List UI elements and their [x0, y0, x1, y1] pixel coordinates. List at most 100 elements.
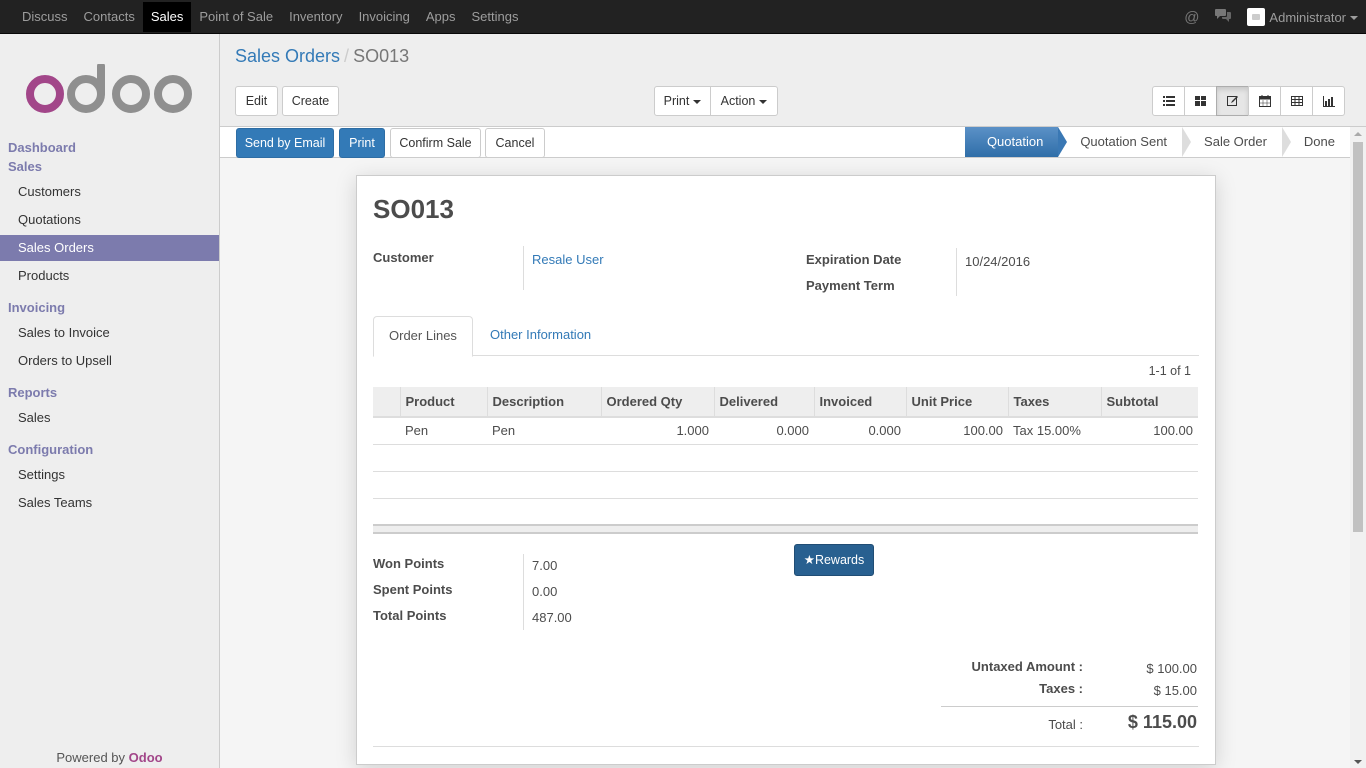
at-icon[interactable]: @: [1184, 9, 1199, 26]
print-dropdown[interactable]: Print: [654, 86, 711, 116]
sidebar-section-sales[interactable]: Sales: [8, 159, 42, 174]
confirm-sale-button[interactable]: Confirm Sale: [390, 128, 481, 158]
user-avatar[interactable]: [1247, 8, 1266, 26]
menu-sales[interactable]: Sales: [142, 2, 192, 32]
menu-settings[interactable]: Settings: [464, 2, 527, 32]
pager: 1-1 of 1: [1148, 364, 1191, 378]
calendar-view-icon[interactable]: [1248, 86, 1281, 116]
caret-down-icon: [759, 99, 768, 104]
sidebar-item-quotations[interactable]: Quotations: [0, 207, 219, 233]
menu-apps[interactable]: Apps: [418, 2, 464, 32]
rewards-button[interactable]: ★Rewards: [794, 544, 874, 576]
stage-sale-order[interactable]: Sale Order: [1182, 127, 1291, 157]
field-divider: [956, 248, 957, 296]
field-divider: [523, 246, 524, 290]
expiration-date-label: Expiration Date: [806, 252, 902, 267]
list-view-icon[interactable]: [1152, 86, 1185, 116]
table-row[interactable]: Pen Pen 1.000 0.000 0.000 100.00 Tax 15.…: [373, 417, 1198, 445]
sidebar-item-products[interactable]: Products: [0, 263, 219, 289]
user-menu[interactable]: Administrator: [1269, 10, 1358, 25]
taxes-label: Taxes :: [1039, 681, 1083, 696]
sidebar-section-configuration[interactable]: Configuration: [8, 442, 93, 457]
view-switcher: [1152, 86, 1345, 116]
payment-term-label: Payment Term: [806, 278, 895, 293]
column-description[interactable]: Description: [486, 387, 601, 418]
sidebar-section-invoicing[interactable]: Invoicing: [8, 300, 65, 315]
powered-by-link[interactable]: Odoo: [129, 750, 163, 765]
form-view-icon[interactable]: [1216, 86, 1249, 116]
cell-delivered: 0.000: [714, 417, 814, 445]
cell-ordered-qty: 1.000: [601, 417, 714, 445]
taxes-value: $ 15.00: [1153, 683, 1197, 698]
stage-pipeline: Quotation Quotation Sent Sale Order Done: [964, 127, 1350, 157]
send-by-email-button[interactable]: Send by Email: [236, 128, 334, 158]
stage-quotation[interactable]: Quotation: [964, 127, 1068, 157]
sidebar-item-customers[interactable]: Customers: [0, 179, 219, 205]
total-points-label: Total Points: [373, 608, 447, 623]
column-invoiced[interactable]: Invoiced: [813, 387, 906, 418]
scroll-up-icon[interactable]: [1354, 132, 1362, 136]
sidebar-item-orders-to-upsell[interactable]: Orders to Upsell: [0, 348, 219, 374]
tab-other-information[interactable]: Other Information: [475, 316, 606, 356]
customer-field[interactable]: Resale User: [532, 252, 604, 267]
sidebar-section-reports[interactable]: Reports: [8, 385, 57, 400]
order-name: SO013: [373, 194, 454, 224]
menu-contacts[interactable]: Contacts: [76, 2, 143, 32]
breadcrumb-current: SO013: [353, 46, 410, 66]
form-view: Send by Email Print Confirm Sale Cancel …: [220, 126, 1366, 768]
powered-by-text: Powered by: [56, 750, 126, 765]
breadcrumb-separator: /: [344, 46, 350, 66]
chat-icon[interactable]: [1215, 8, 1232, 26]
breadcrumb-sales-orders[interactable]: Sales Orders: [235, 46, 340, 66]
menu-inventory[interactable]: Inventory: [281, 2, 350, 32]
spent-points-value: 0.00: [532, 584, 558, 599]
sidebar: Dashboard Sales Customers Quotations Sal…: [0, 34, 220, 768]
column-delivered[interactable]: Delivered: [713, 387, 814, 418]
user-name: Administrator: [1269, 9, 1346, 25]
tab-order-lines[interactable]: Order Lines: [373, 316, 473, 357]
create-button[interactable]: Create: [282, 86, 339, 116]
print-button[interactable]: Print: [339, 128, 385, 158]
column-ordered-qty[interactable]: Ordered Qty: [600, 387, 714, 418]
untaxed-amount-value: $ 100.00: [1146, 661, 1197, 676]
cancel-button[interactable]: Cancel: [485, 128, 545, 158]
print-dropdown-label: Print: [663, 94, 690, 108]
handle-column: [373, 387, 400, 418]
kanban-view-icon[interactable]: [1184, 86, 1217, 116]
cell-taxes: Tax 15.00%: [1008, 417, 1101, 445]
won-points-label: Won Points: [373, 556, 445, 571]
rewards-button-label: Rewards: [814, 553, 865, 567]
expiration-date-field[interactable]: 10/24/2016: [965, 254, 1030, 269]
top-navbar: Discuss Contacts Sales Point of Sale Inv…: [0, 0, 1366, 34]
column-subtotal[interactable]: Subtotal: [1100, 387, 1198, 418]
scrollbar-thumb[interactable]: [1353, 142, 1363, 532]
stage-done[interactable]: Done: [1281, 127, 1350, 157]
scrollbar[interactable]: [1350, 127, 1366, 768]
odoo-logo[interactable]: [26, 64, 194, 114]
notebook-tabs: Order Lines Other Information: [373, 316, 1199, 357]
edit-button[interactable]: Edit: [235, 86, 278, 116]
menu-point-of-sale[interactable]: Point of Sale: [191, 2, 281, 32]
sidebar-section-dashboard[interactable]: Dashboard: [8, 140, 76, 155]
stage-quotation-sent[interactable]: Quotation Sent: [1058, 127, 1191, 157]
action-dropdown[interactable]: Action: [710, 86, 778, 116]
caret-down-icon: [693, 99, 702, 104]
status-bar: Send by Email Print Confirm Sale Cancel …: [220, 127, 1350, 158]
spent-points-label: Spent Points: [373, 582, 453, 597]
pivot-view-icon[interactable]: [1280, 86, 1313, 116]
sidebar-item-sales-to-invoice[interactable]: Sales to Invoice: [0, 320, 219, 346]
table-header-row: Product Description Ordered Qty Delivere…: [373, 387, 1198, 418]
sidebar-item-reports-sales[interactable]: Sales: [0, 405, 219, 431]
graph-view-icon[interactable]: [1312, 86, 1345, 116]
sidebar-item-settings[interactable]: Settings: [0, 462, 219, 488]
table-footer: [373, 524, 1198, 534]
column-unit-price[interactable]: Unit Price: [905, 387, 1008, 418]
menu-invoicing[interactable]: Invoicing: [351, 2, 418, 32]
column-product[interactable]: Product: [399, 387, 487, 418]
column-taxes[interactable]: Taxes: [1007, 387, 1101, 418]
menu-discuss[interactable]: Discuss: [14, 2, 76, 32]
sidebar-item-sales-teams[interactable]: Sales Teams: [0, 490, 219, 516]
scroll-down-icon[interactable]: [1354, 760, 1362, 764]
sidebar-item-sales-orders[interactable]: Sales Orders: [0, 235, 219, 261]
breadcrumb: Sales Orders / SO013: [235, 46, 409, 67]
